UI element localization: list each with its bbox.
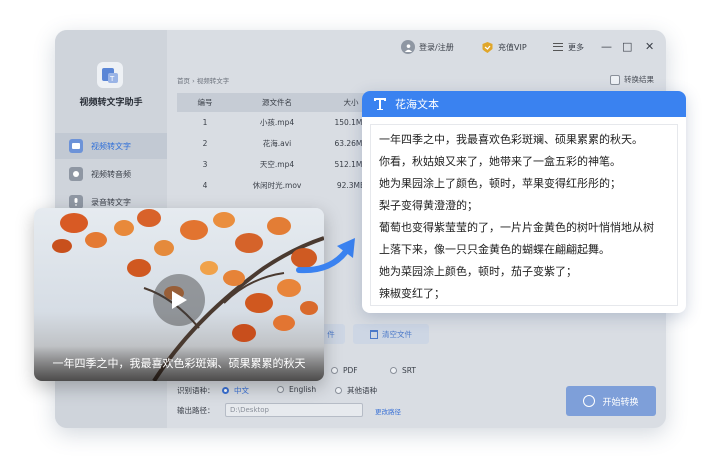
sidebar-item-video-to-text[interactable]: 视频转文字 (55, 133, 167, 159)
format-option-srt[interactable]: SRT (390, 366, 416, 375)
panel-header: 花海文本 (362, 91, 686, 117)
app-name: 视频转文字助手 (79, 98, 143, 108)
sidebar-item-label: 录音转文字 (91, 197, 131, 207)
close-button[interactable]: ✕ (645, 40, 654, 54)
radio-srt[interactable] (390, 367, 397, 374)
language-option-chinese[interactable]: 中文 (222, 385, 249, 396)
format-option-pdf[interactable]: PDF (331, 366, 358, 375)
header-filename: 源文件名 (262, 98, 292, 107)
app-logo-icon: T (97, 62, 123, 88)
language-option-label: 中文 (234, 386, 249, 395)
output-label: 输出路径： (177, 405, 215, 416)
more-label: 更多 (568, 42, 584, 52)
result-checkbox[interactable] (610, 74, 620, 85)
result-toggle[interactable]: 转换结果 (610, 74, 654, 85)
output-path-input[interactable]: D:\Desktop (225, 403, 363, 417)
panel-text-area[interactable]: 一年四季之中，我最喜欢色彩斑斓、硕果累累的秋天。 你看，秋姑娘又来了，她带来了一… (370, 124, 678, 306)
text-line: 梨子变得黄澄澄的； (379, 199, 478, 212)
svg-text:T: T (109, 75, 115, 83)
radio-other[interactable] (335, 387, 342, 394)
text-line: 葡萄也变得紫莹莹的了，一片片金黄色的树叶悄悄地从树 (379, 221, 654, 234)
clear-files-button[interactable]: 清空文件 (353, 324, 429, 344)
change-path-link[interactable]: 更改路径 (375, 406, 401, 416)
start-convert-label: 开始转换 (602, 397, 639, 408)
language-option-label: 其他语种 (347, 386, 377, 395)
play-icon (172, 291, 187, 309)
minimize-button[interactable]: — (601, 40, 612, 54)
language-label: 识别语种： (177, 385, 215, 396)
cell-filename: 小孩.mp4 (259, 118, 295, 127)
maximize-button[interactable]: □ (622, 40, 632, 54)
sidebar-item-video-to-audio[interactable]: 视频转音频 (55, 161, 167, 187)
cell-no: 1 (202, 118, 208, 127)
cell-filename: 休闲时光.mov (252, 181, 302, 190)
text-line: 辣椒变红了； (379, 287, 445, 300)
text-line: 她为菜园涂上颜色，顿时，茄子变紫了； (379, 265, 577, 278)
text-line: 她为果园涂上了颜色，顿时，苹果变得红彤彤的； (379, 177, 621, 190)
video-text-icon (69, 139, 83, 153)
user-avatar-icon (401, 40, 415, 54)
cell-no: 4 (202, 181, 208, 190)
login-label: 登录/注册 (419, 42, 454, 52)
play-button[interactable] (153, 274, 205, 326)
panel-title: 花海文本 (395, 98, 439, 111)
login-button[interactable]: 登录/注册 (401, 39, 454, 55)
language-option-other[interactable]: 其他语种 (335, 385, 377, 396)
start-convert-button[interactable]: 开始转换 (566, 386, 656, 416)
format-label: SRT (402, 366, 417, 375)
radio-chinese[interactable] (222, 387, 229, 394)
text-line: 你看，秋姑娘又来了，她带来了一盒五彩的神笔。 (379, 155, 621, 168)
arrow-icon (296, 238, 355, 274)
text-result-panel: 花海文本 一年四季之中，我最喜欢色彩斑斓、硕果累累的秋天。 你看，秋姑娘又来了，… (362, 91, 686, 313)
trash-icon (370, 329, 378, 339)
result-toggle-label: 转换结果 (624, 75, 654, 84)
cell-no: 3 (202, 160, 208, 169)
crown-icon (482, 41, 493, 53)
output-label-text: 输出路径： (177, 406, 215, 415)
video-audio-icon (69, 167, 83, 181)
text-line: 一年四季之中，我最喜欢色彩斑斓、硕果累累的秋天。 (379, 133, 643, 146)
breadcrumb: 首页 › 视频转文字 (177, 77, 230, 85)
cell-no: 2 (202, 139, 208, 148)
microphone-icon (69, 195, 83, 209)
format-label: PDF (343, 366, 358, 375)
more-button[interactable]: 更多 (553, 39, 584, 55)
language-option-label: English (289, 385, 317, 394)
sidebar-item-label: 视频转音频 (91, 169, 131, 179)
language-label-text: 识别语种： (177, 386, 215, 395)
vip-button[interactable]: 充值VIP (481, 39, 527, 55)
top-bar: 登录/注册 充值VIP 更多 — □ ✕ (167, 30, 666, 64)
text-t-icon (374, 98, 386, 110)
vip-label: 充值VIP (498, 42, 527, 52)
video-caption: 一年四季之中，我最喜欢色彩斑斓、硕果累累的秋天 (52, 357, 306, 370)
sidebar-item-label: 视频转文字 (91, 141, 131, 151)
cell-filename: 花海.avi (262, 139, 292, 148)
convert-icon (583, 395, 596, 407)
menu-icon (553, 43, 563, 51)
text-line: 上落下来，像一只只金黄色的蝴蝶在翩翩起舞。 (379, 243, 610, 256)
radio-pdf[interactable] (331, 367, 338, 374)
header-no: 编号 (197, 98, 213, 107)
language-option-english[interactable]: English (277, 385, 316, 394)
radio-english[interactable] (277, 386, 284, 393)
cell-filename: 天空.mp4 (259, 160, 295, 169)
clear-files-label: 清空文件 (382, 329, 412, 339)
